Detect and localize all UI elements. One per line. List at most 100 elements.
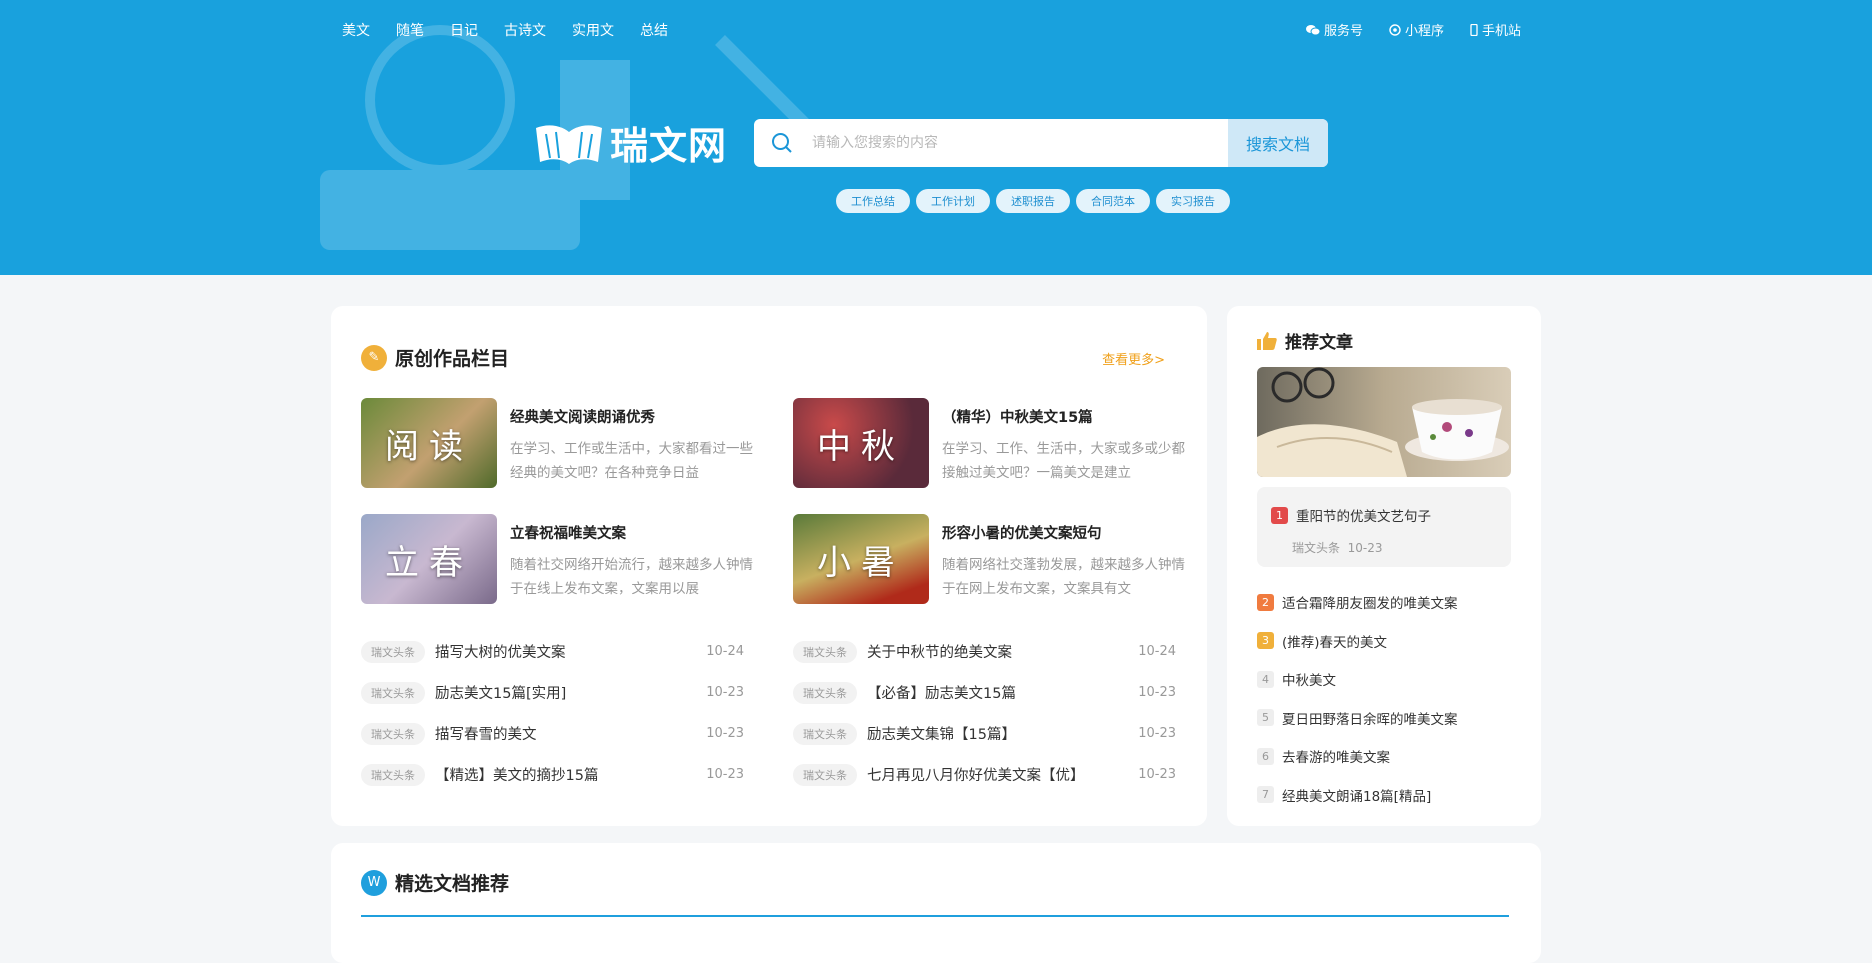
top-nav: 美文 随笔 日记 古诗文 实用文 总结 — [342, 20, 668, 40]
article-excerpt: 在学习、工作、生活中，大家或多或少都接触过美文吧？一篇美文是建立 — [942, 441, 1185, 481]
article-title: 形容小暑的优美文案短句 — [942, 526, 1102, 542]
original-works-header: ✎ 原创作品栏目 — [361, 344, 509, 371]
list-item-title: 励志美文15篇[实用] — [435, 686, 567, 702]
recommended-header: 推荐文章 — [1257, 328, 1353, 353]
list-item[interactable]: 瑞文头条 励志美文15篇[实用] 10-23 — [361, 672, 744, 713]
article-title: 经典美文阅读朗诵优秀 — [510, 410, 655, 426]
recommended-panel: 推荐文章 1 重阳节的优美文艺句子 瑞文头条 10-23 2 适合霜降朋友圈发的唯… — [1227, 306, 1541, 826]
original-works-panel: ✎ 原创作品栏目 查看更多> 阅读 经典美文阅读朗诵优秀 在学习、工作或生活中，… — [331, 306, 1207, 826]
featured-article[interactable]: 立春 立春祝福唯美文案 随着社交网络开始流行，越来越多人钟情于在线上发布文案，文… — [361, 514, 761, 606]
article-excerpt: 在学习、工作或生活中，大家都看过一些经典的美文吧？在各种竞争日益 — [510, 441, 753, 481]
word-doc-icon: W — [361, 869, 387, 896]
article-thumbnail: 立春 — [361, 514, 497, 604]
article-title: （精华）中秋美文15篇 — [942, 410, 1093, 426]
article-thumbnail: 中秋 — [793, 398, 929, 488]
rank-item-title: 经典美文朗诵18篇[精品] — [1282, 788, 1432, 805]
list-item-title: 励志美文集锦【15篇】 — [867, 727, 1016, 743]
list-item[interactable]: 2 适合霜降朋友圈发的唯美文案 — [1257, 583, 1511, 622]
thumbs-up-icon — [1257, 331, 1277, 350]
list-item-title: 描写大树的优美文案 — [435, 645, 566, 661]
search-icon — [754, 119, 810, 167]
list-item[interactable]: 6 去春游的唯美文案 — [1257, 737, 1511, 776]
book-logo-icon — [536, 124, 602, 164]
list-item[interactable]: 5 夏日田野落日余晖的唯美文案 — [1257, 699, 1511, 738]
featured-article[interactable]: 中秋 （精华）中秋美文15篇 在学习、工作、生活中，大家或多或少都接触过美文吧？… — [793, 398, 1193, 490]
rank-item-title: 去春游的唯美文案 — [1282, 750, 1390, 767]
list-item-title: 【必备】励志美文15篇 — [867, 686, 1016, 702]
list-item[interactable]: 4 中秋美文 — [1257, 660, 1511, 699]
rank-item-title: 夏日田野落日余晖的唯美文案 — [1282, 711, 1458, 728]
list-item-title: 描写春雪的美文 — [435, 727, 537, 743]
view-more-link[interactable]: 查看更多> — [1102, 349, 1165, 368]
rank-item-title: 适合霜降朋友圈发的唯美文案 — [1282, 596, 1458, 613]
rank-item-title: 重阳节的优美文艺句子 — [1296, 509, 1431, 525]
source-badge: 瑞文头条 — [361, 722, 425, 745]
rank-badge: 6 — [1257, 747, 1274, 765]
mini-program-label: 小程序 — [1405, 24, 1445, 39]
mobile-site-label: 手机站 — [1482, 24, 1522, 39]
site-logo[interactable]: 瑞文网 — [534, 115, 727, 170]
rank-item-date: 10-23 — [1347, 541, 1383, 555]
original-works-title: 原创作品栏目 — [395, 348, 510, 370]
edit-icon: ✎ — [361, 344, 387, 371]
phone-icon — [1470, 23, 1478, 36]
top-recommended-item[interactable]: 1 重阳节的优美文艺句子 瑞文头条 10-23 — [1257, 487, 1511, 567]
wechat-icon — [1306, 24, 1320, 35]
list-item[interactable]: 瑞文头条 七月再见八月你好优美文案【优】 10-23 — [793, 754, 1176, 795]
search-input[interactable] — [810, 119, 1228, 167]
tag-debrief-report[interactable]: 述职报告 — [996, 189, 1070, 213]
nav-item-gushiwen[interactable]: 古诗文 — [504, 20, 546, 40]
source-badge: 瑞文头条 — [361, 681, 425, 704]
search-bar: 搜索文档 — [754, 119, 1328, 167]
rank-badge: 3 — [1257, 632, 1274, 650]
nav-item-suibi[interactable]: 随笔 — [396, 20, 424, 40]
hero-banner: 美文 随笔 日记 古诗文 实用文 总结 服务号 小程序 手机站 瑞文网 请输入您… — [0, 0, 1872, 275]
rank-item-source: 瑞文头条 — [1292, 541, 1341, 555]
list-item[interactable]: 瑞文头条 描写大树的优美文案 10-24 — [361, 631, 744, 672]
nav-item-meiwen[interactable]: 美文 — [342, 20, 370, 40]
nav-item-shiyongwen[interactable]: 实用文 — [572, 20, 614, 40]
rank-badge: 4 — [1257, 670, 1274, 688]
list-item-title: 【精选】美文的摘抄15篇 — [435, 768, 599, 784]
list-item[interactable]: 瑞文头条 描写春雪的美文 10-23 — [361, 713, 744, 754]
article-excerpt: 随着社交网络开始流行，越来越多人钟情于在线上发布文案，文案用以展 — [510, 557, 753, 597]
section-divider — [361, 915, 1509, 917]
rank-badge: 2 — [1257, 593, 1274, 611]
list-item[interactable]: 瑞文头条 【必备】励志美文15篇 10-23 — [793, 672, 1176, 713]
list-item[interactable]: 瑞文头条 励志美文集锦【15篇】 10-23 — [793, 713, 1176, 754]
list-item[interactable]: 瑞文头条 【精选】美文的摘抄15篇 10-23 — [361, 754, 744, 795]
nav-item-riji[interactable]: 日记 — [450, 20, 478, 40]
recommended-cover-image[interactable] — [1257, 367, 1511, 477]
tag-internship-report[interactable]: 实习报告 — [1156, 189, 1230, 213]
source-badge: 瑞文头条 — [793, 722, 857, 745]
recommended-title: 推荐文章 — [1285, 333, 1353, 353]
mobile-site-link[interactable]: 手机站 — [1470, 20, 1521, 39]
tag-work-plan[interactable]: 工作计划 — [916, 189, 990, 213]
list-item-date: 10-24 — [706, 644, 744, 659]
featured-article[interactable]: 阅读 经典美文阅读朗诵优秀 在学习、工作或生活中，大家都看过一些经典的美文吧？在… — [361, 398, 761, 490]
nav-item-zongjie[interactable]: 总结 — [640, 20, 668, 40]
list-item[interactable]: 3 (推荐)春天的美文 — [1257, 622, 1511, 661]
list-item[interactable]: 7 经典美文朗诵18篇[精品] — [1257, 776, 1511, 815]
list-item-date: 10-23 — [706, 726, 744, 741]
mini-program-link[interactable]: 小程序 — [1389, 20, 1444, 39]
tag-work-summary[interactable]: 工作总结 — [836, 189, 910, 213]
hot-tags: 工作总结 工作计划 述职报告 合同范本 实习报告 — [836, 189, 1230, 213]
recommended-list: 2 适合霜降朋友圈发的唯美文案 3 (推荐)春天的美文 4 中秋美文 5 夏日田野落日余… — [1257, 583, 1511, 814]
search-button[interactable]: 搜索文档 — [1228, 119, 1328, 167]
site-name: 瑞文网 — [610, 124, 728, 168]
list-item-date: 10-23 — [706, 685, 744, 700]
tag-contract-template[interactable]: 合同范本 — [1076, 189, 1150, 213]
list-item-title: 七月再见八月你好优美文案【优】 — [867, 768, 1085, 784]
list-item-date: 10-23 — [1138, 767, 1176, 782]
list-item-date: 10-24 — [1138, 644, 1176, 659]
service-account-link[interactable]: 服务号 — [1306, 20, 1363, 39]
article-thumbnail: 小暑 — [793, 514, 929, 604]
list-item[interactable]: 瑞文头条 关于中秋节的绝美文案 10-24 — [793, 631, 1176, 672]
mini-program-icon — [1389, 23, 1401, 36]
featured-docs-title: 精选文档推荐 — [395, 873, 510, 895]
featured-article[interactable]: 小暑 形容小暑的优美文案短句 随着网络社交蓬勃发展，越来越多人钟情于在网上发布文… — [793, 514, 1193, 606]
rank-item-title: 中秋美文 — [1282, 673, 1336, 690]
article-title: 立春祝福唯美文案 — [510, 526, 626, 542]
featured-docs-header: W 精选文档推荐 — [361, 869, 509, 896]
